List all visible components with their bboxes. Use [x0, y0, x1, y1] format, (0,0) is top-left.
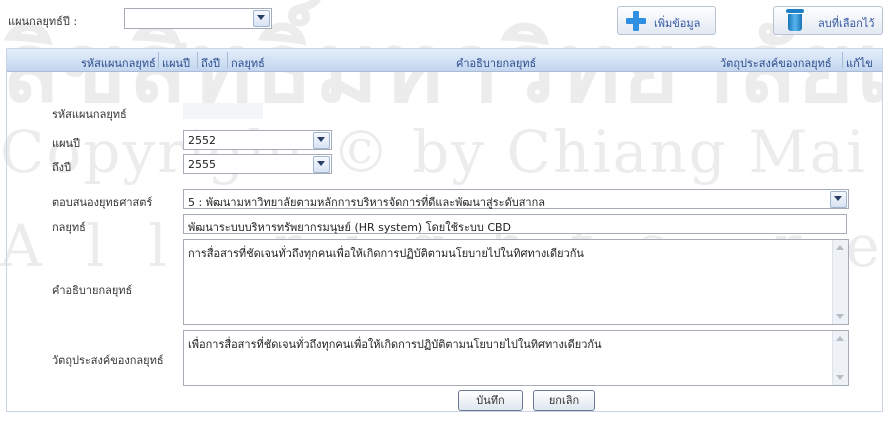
column-header-strategy[interactable]: กลยุทธ์ [231, 54, 265, 72]
add-data-button[interactable]: เพิ่มข้อมูล [617, 6, 716, 35]
column-header-to-year[interactable]: ถึงปี [201, 54, 220, 72]
objective-value: เพื่อการสื่อสารที่ชัดเจนทั่วถึงทุกคนเพื่… [188, 338, 602, 351]
strategy-input[interactable]: พัฒนาระบบบริหารทรัพยากรมนุษย์ (HR system… [183, 214, 847, 234]
code-value [183, 103, 263, 119]
chevron-down-icon[interactable] [253, 10, 270, 27]
to-year-label: ถึงปี [52, 161, 72, 174]
objective-textarea[interactable]: เพื่อการสื่อสารที่ชัดเจนทั่วถึงทุกคนเพื่… [183, 330, 849, 386]
objective-label: วัตถุประสงค์ของกลยุทธ์ [52, 354, 164, 367]
plus-icon [626, 11, 646, 31]
grid-header: รหัสแผนกลยุทธ์ แผนปี ถึงปี กลยุทธ์ คำอธิ… [7, 49, 882, 72]
description-label: คำอธิบายกลยุทธ์ [52, 284, 133, 297]
trash-icon [786, 9, 804, 31]
toolbar: แผนกลยุทธ์ปี : เพิ่มข้อมูล ลบที่เลือกไว้ [0, 0, 883, 36]
year-label: แผนกลยุทธ์ปี : [8, 15, 78, 28]
plan-year-value: 2552 [188, 134, 216, 147]
delete-selected-label: ลบที่เลือกไว้ [818, 17, 875, 30]
strategy-response-select[interactable]: 5 : พัฒนามหาวิทยาลัยตามหลักการบริหารจัดก… [183, 189, 849, 209]
chevron-down-icon[interactable] [313, 132, 330, 149]
column-header-plan-year[interactable]: แผนปี [162, 54, 190, 72]
cancel-button[interactable]: ยกเลิก [533, 390, 595, 411]
add-data-label: เพิ่มข้อมูล [654, 17, 701, 30]
plan-year-select[interactable]: 2552 [183, 130, 332, 150]
code-label: รหัสแผนกลยุทธ์ [52, 108, 127, 121]
description-textarea[interactable]: การสื่อสารที่ชัดเจนทั่วถึงทุกคนเพื่อให้เ… [183, 239, 849, 325]
column-header-description[interactable]: คำอธิบายกลยุทธ์ [456, 54, 536, 72]
strategy-response-label: ตอบสนองยุทธศาสตร์ [52, 196, 153, 209]
year-select[interactable] [124, 8, 272, 29]
description-scrollbar[interactable] [832, 240, 848, 324]
save-button[interactable]: บันทึก [458, 390, 523, 411]
column-header-objective[interactable]: วัตถุประสงค์ของกลยุทธ์ [720, 54, 832, 72]
to-year-value: 2555 [188, 158, 216, 171]
chevron-down-icon[interactable] [313, 156, 330, 173]
column-header-code[interactable]: รหัสแผนกลยุทธ์ [81, 54, 156, 72]
plan-year-label: แผนปี [52, 137, 81, 150]
to-year-select[interactable]: 2555 [183, 154, 332, 174]
description-value: การสื่อสารที่ชัดเจนทั่วถึงทุกคนเพื่อให้เ… [188, 247, 584, 260]
column-header-edit[interactable]: แก้ไข [846, 54, 873, 72]
chevron-down-icon[interactable] [830, 191, 847, 208]
strategy-label: กลยุทธ์ [52, 221, 86, 234]
strategy-response-value: 5 : พัฒนามหาวิทยาลัยตามหลักการบริหารจัดก… [188, 196, 545, 209]
strategy-value: พัฒนาระบบบริหารทรัพยากรมนุษย์ (HR system… [188, 221, 512, 234]
objective-scrollbar[interactable] [832, 331, 848, 385]
delete-selected-button[interactable]: ลบที่เลือกไว้ [773, 6, 883, 35]
